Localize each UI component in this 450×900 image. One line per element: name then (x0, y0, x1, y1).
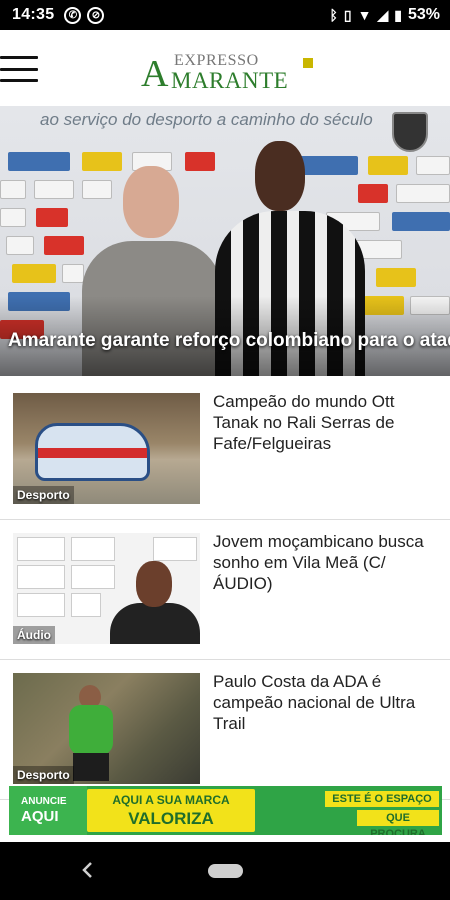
sponsor-logo (8, 152, 70, 171)
ad-banner[interactable]: ANUNCIE AQUI AQUI A SUA MARCA VALORIZA E… (9, 786, 442, 835)
logo-square-icon (303, 58, 313, 68)
ad-center-line1: AQUI A SUA MARCA (112, 793, 230, 807)
battery-icon: ▮ (394, 6, 402, 23)
sponsor-logo (0, 208, 26, 227)
sponsor-logo (36, 208, 68, 227)
list-item[interactable]: Áudio Jovem moçambicano busca sonho em V… (0, 520, 450, 660)
sponsor-logo (392, 212, 450, 231)
article-thumbnail[interactable]: Áudio (13, 533, 200, 644)
signal-icon: ◢ (377, 6, 389, 23)
app-header: EXPRESSO A MARANTE (0, 30, 450, 106)
status-bar: 14:35 ✆ ⊘ ᛒ ▯ ▼ ◢ ▮ 53% (0, 0, 450, 30)
person-right-head (255, 141, 305, 211)
player-head (136, 561, 172, 607)
logo-marante: MARANTE (171, 68, 289, 93)
ad-left-panel: ANUNCIE AQUI (9, 786, 87, 835)
ad-aqui: AQUI (21, 808, 59, 825)
featured-article[interactable]: ao serviço do desporto a caminho do sécu… (0, 106, 450, 376)
category-label: Áudio (13, 626, 55, 644)
hamburger-menu-icon[interactable] (0, 56, 38, 82)
article-thumbnail[interactable]: Desporto (13, 673, 200, 784)
back-triangle-icon[interactable] (76, 858, 100, 882)
notification-icons: ✆ ⊘ (64, 6, 105, 24)
article-title[interactable]: Campeão do mundo Ott Tanak no Rali Serra… (213, 391, 438, 454)
article-list: Desporto Campeão do mundo Ott Tanak no R… (0, 380, 450, 800)
menu-line (0, 56, 38, 59)
sponsor-logo (71, 593, 101, 617)
article-title[interactable]: Paulo Costa da ADA é campeão nacional de… (213, 671, 438, 734)
status-time: 14:35 (12, 6, 55, 23)
article-title[interactable]: Jovem moçambicano busca sonho em Vila Me… (213, 531, 438, 594)
system-icons: ᛒ ▯ ▼ ◢ ▮ 53% (329, 6, 440, 24)
app-screen: 14:35 ✆ ⊘ ᛒ ▯ ▼ ◢ ▮ 53% EXPRESSO A MARAN… (0, 0, 450, 900)
sponsor-logo (71, 537, 115, 561)
sponsor-logo (0, 180, 26, 199)
rally-car-image (35, 423, 150, 481)
runner-shorts (73, 753, 109, 781)
menu-line (0, 67, 38, 71)
sponsor-logo (396, 184, 450, 203)
vibrate-icon: ▯ (343, 6, 352, 23)
person-left-head (123, 166, 179, 238)
sponsor-logo (17, 593, 65, 617)
list-item[interactable]: Desporto Paulo Costa da ADA é campeão na… (0, 660, 450, 800)
system-nav-bar (0, 842, 450, 900)
article-thumbnail[interactable]: Desporto (13, 393, 200, 504)
home-pill-icon[interactable] (208, 864, 243, 878)
hero-headline[interactable]: Amarante garante reforço colombiano para… (8, 330, 450, 352)
menu-line (0, 79, 38, 82)
sponsor-logo (6, 236, 34, 255)
category-label: Desporto (13, 766, 74, 784)
list-item[interactable]: Desporto Campeão do mundo Ott Tanak no R… (0, 380, 450, 520)
player-body (110, 603, 200, 644)
sponsor-logo (416, 156, 450, 175)
runner-shirt (69, 705, 113, 755)
car-stripe (38, 448, 147, 458)
category-label: Desporto (13, 486, 74, 504)
bluetooth-icon: ᛒ (329, 7, 338, 23)
ad-right-line2: QUE PROCURA (357, 810, 439, 835)
blocked-icon: ⊘ (87, 6, 105, 24)
wifi-icon: ▼ (357, 7, 372, 23)
ad-right-line1: ESTE É O ESPAÇO (325, 791, 439, 807)
site-logo[interactable]: EXPRESSO A MARANTE (141, 52, 313, 98)
sponsor-logo (12, 264, 56, 283)
sponsor-logo (34, 180, 74, 199)
ad-center-line2: VALORIZA (128, 809, 214, 828)
sponsor-logo (153, 537, 197, 561)
battery-percent: 53% (407, 6, 440, 23)
logo-initial: A (141, 53, 169, 95)
young-player-image (106, 561, 200, 644)
sponsor-logo (17, 565, 65, 589)
hero-wall-slogan: ao serviço do desporto a caminho do sécu… (40, 110, 373, 129)
sponsor-logo (17, 537, 65, 561)
whatsapp-icon: ✆ (64, 6, 82, 24)
ad-annuncie: ANUNCIE (21, 796, 67, 807)
